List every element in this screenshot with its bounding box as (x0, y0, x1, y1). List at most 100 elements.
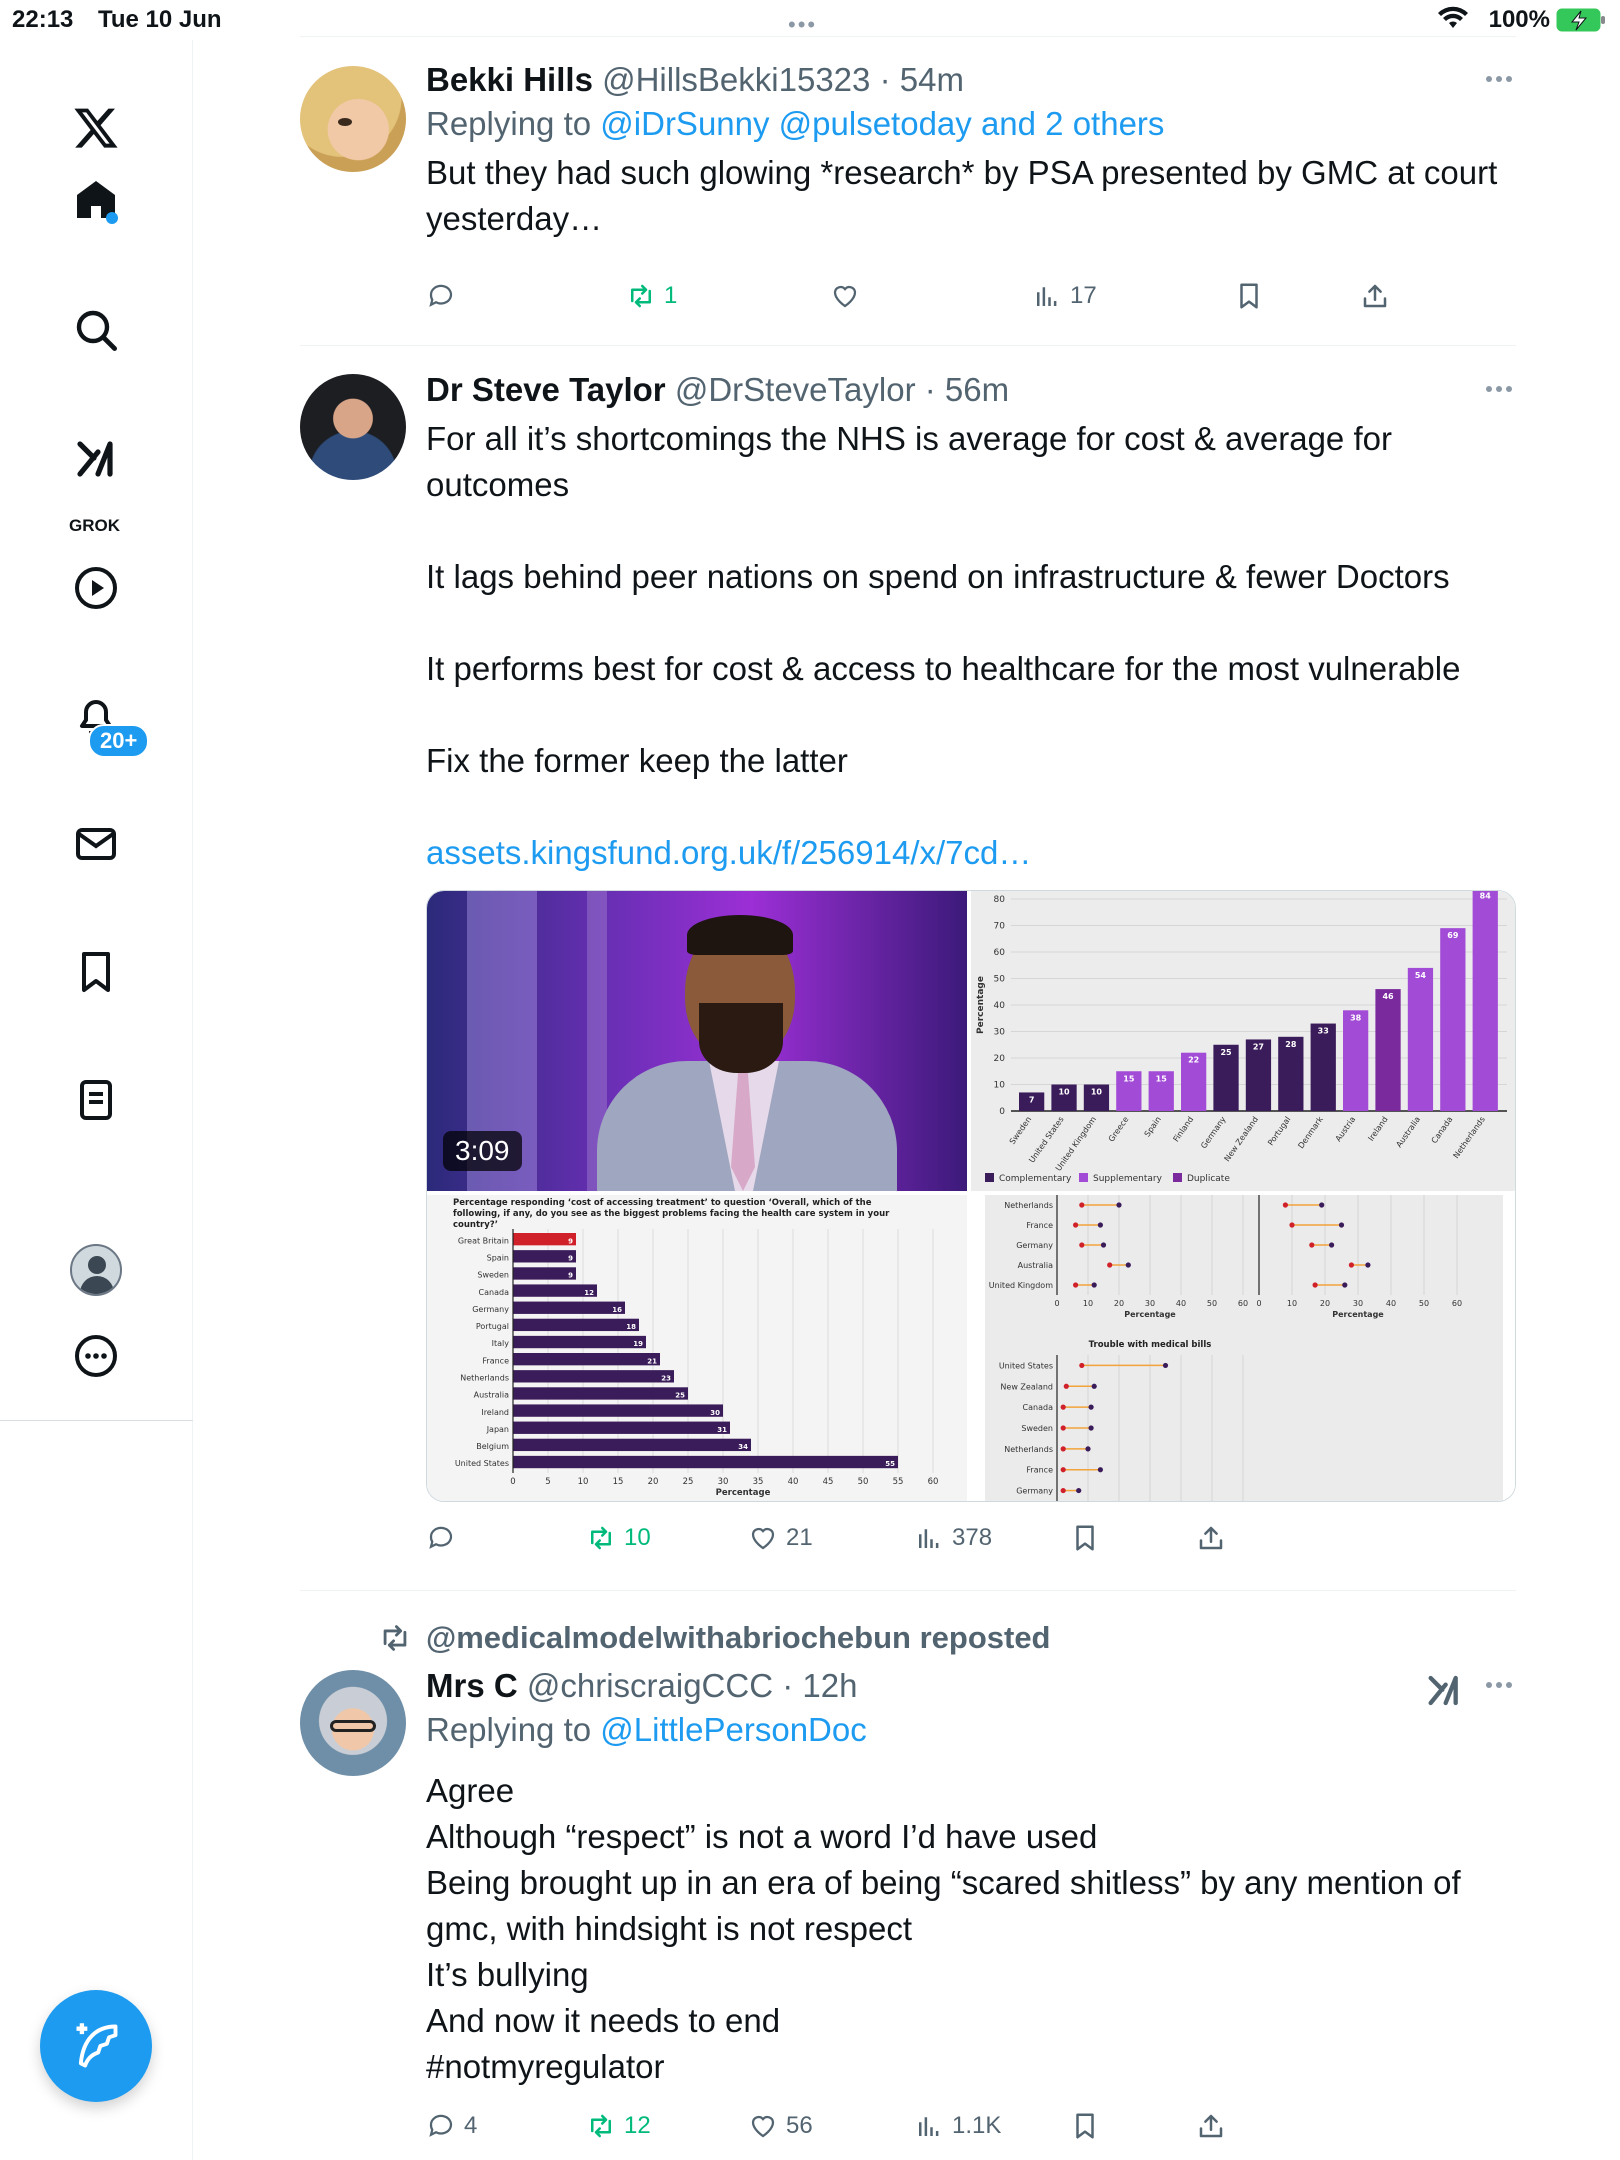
x-tick-label: 35 (753, 1477, 764, 1487)
bookmark-icon (1076, 2113, 1094, 2139)
tweet-time[interactable]: 56m (945, 371, 1009, 408)
compose-button[interactable] (40, 1990, 152, 2102)
bookmark-button[interactable] (1070, 2106, 1100, 2146)
grok-icon[interactable] (1424, 1668, 1464, 1708)
x-axis-label: Percentage (1332, 1310, 1384, 1319)
share-icon (1363, 284, 1387, 308)
bookmark-button[interactable] (1234, 276, 1264, 316)
retweet-icon (631, 284, 651, 308)
bookmarks-icon[interactable] (56, 932, 136, 1012)
tweet-time[interactable]: 54m (900, 61, 964, 98)
like-button[interactable] (830, 276, 868, 316)
avatar[interactable] (300, 374, 406, 480)
author-name[interactable]: Bekki Hills (426, 61, 593, 98)
bar-chart-image[interactable]: 0 10 20 30 40 50 60 70 80 Percentage 7 Sweden 10 Unit… (971, 891, 1515, 1191)
tweet-paragraph: It performs best for cost & access to he… (426, 650, 1461, 687)
share-button[interactable] (1196, 2106, 1226, 2146)
messages-icon[interactable] (56, 804, 136, 884)
author-handle[interactable]: @chriscraigCCC (527, 1667, 773, 1704)
lists-icon[interactable] (56, 1060, 136, 1140)
tweet[interactable]: Dr Steve Taylor @DrSteveTaylor · 56m For… (300, 370, 1516, 1590)
tweet[interactable]: @medicalmodelwithabriochebun reposted Mr… (300, 1616, 1516, 2160)
share-button[interactable] (1360, 276, 1390, 316)
reply-mentions[interactable]: @LittlePersonDoc (600, 1711, 866, 1748)
x-tick-label: 15 (613, 1477, 624, 1487)
high-point (1088, 1425, 1094, 1431)
retweet-button[interactable]: 10 (586, 1518, 651, 1558)
legend-swatch (985, 1173, 994, 1182)
y-tick-label: Portugal (476, 1322, 509, 1331)
high-point (1088, 1404, 1094, 1410)
panel-title: Trouble with medical bills (1089, 1340, 1212, 1350)
reply-button[interactable]: 4 (426, 2106, 477, 2146)
y-tick-label: 40 (994, 1001, 1006, 1011)
data-label: 84 (1480, 891, 1492, 900)
tweet-header: Mrs C @chriscraigCCC · 12h (426, 1666, 1516, 1706)
x-tick-label: 50 (1419, 1299, 1429, 1308)
bar (513, 1387, 688, 1400)
author-handle[interactable]: @HillsBekki15323 (602, 61, 870, 98)
bookmark-icon (1076, 1525, 1094, 1551)
author-name[interactable]: Mrs C (426, 1667, 518, 1704)
tweet[interactable]: Bekki Hills @HillsBekki15323 · 54m Reply… (300, 60, 1516, 345)
search-icon[interactable] (56, 290, 136, 370)
grok-icon[interactable] (56, 416, 136, 496)
views-button[interactable]: 1.1K (914, 2106, 1001, 2146)
dot-plot-image[interactable]: Netherlands France Germany Australia United … (971, 1195, 1515, 1501)
bar (513, 1455, 898, 1469)
y-tick-label: Belgium (476, 1442, 509, 1451)
reply-mentions[interactable]: @iDrSunny @pulsetoday and 2 others (600, 105, 1164, 142)
views-button[interactable]: 378 (914, 1518, 992, 1558)
reply-context: Replying to @LittlePersonDoc (426, 1706, 1516, 1754)
data-label: 31 (717, 1426, 727, 1434)
data-label: 16 (612, 1306, 622, 1314)
author-name[interactable]: Dr Steve Taylor (426, 371, 666, 408)
like-button[interactable]: 56 (748, 2106, 813, 2146)
video-thumbnail[interactable]: 3:09 (427, 891, 967, 1191)
x-tick-label: 60 (928, 1477, 939, 1487)
multitask-grabber-icon[interactable]: ••• (788, 12, 817, 38)
horizontal-bar-chart-image[interactable]: Percentage responding ‘cost of accessing… (427, 1195, 967, 1501)
tweet-time[interactable]: 12h (802, 1667, 857, 1704)
x-tick-label: 0 (1256, 1299, 1261, 1308)
bookmark-button[interactable] (1070, 1518, 1100, 1558)
x-logo-icon[interactable] (56, 88, 136, 168)
battery-charging-icon (1556, 8, 1605, 32)
profile-avatar[interactable] (70, 1244, 122, 1296)
tweet-actions: 4 12 56 1.1K (426, 2106, 1426, 2146)
legend-label: Duplicate (1187, 1174, 1230, 1184)
more-icon[interactable] (56, 1316, 136, 1396)
avatar[interactable] (300, 1670, 406, 1776)
retweet-button[interactable]: 1 (626, 276, 677, 316)
share-button[interactable] (1196, 1518, 1226, 1558)
heart-icon (751, 1527, 775, 1550)
more-options-icon[interactable] (1486, 1680, 1516, 1690)
y-tick-label: Sweden (477, 1271, 509, 1280)
reply-prefix: Replying to (426, 1711, 592, 1748)
video-icon[interactable] (56, 548, 136, 628)
views-button[interactable]: 17 (1032, 276, 1097, 316)
x-tick-label: 25 (683, 1477, 694, 1487)
like-count: 56 (786, 2112, 813, 2139)
hashtag-link[interactable]: #notmyregulator (426, 2044, 1516, 2090)
reply-prefix: Replying to (426, 105, 592, 142)
x-tick-label: 45 (823, 1477, 834, 1487)
external-link[interactable]: assets.kingsfund.org.uk/f/256914/x/7cd… (426, 830, 1516, 876)
high-point (1319, 1202, 1325, 1208)
author-handle[interactable]: @DrSteveTaylor (675, 371, 916, 408)
y-tick-label: 0 (999, 1107, 1005, 1117)
reply-button[interactable] (426, 276, 464, 316)
data-label: 28 (1285, 1040, 1297, 1049)
more-options-icon[interactable] (1486, 384, 1516, 394)
like-button[interactable]: 21 (748, 1518, 813, 1558)
y-tick-label: Spain (487, 1253, 509, 1262)
y-tick-label: Italy (492, 1339, 510, 1348)
retweet-button[interactable]: 12 (586, 2106, 651, 2146)
repost-label[interactable]: @medicalmodelwithabriochebun reposted (426, 1620, 1051, 1656)
home-icon[interactable] (56, 160, 136, 240)
avatar[interactable] (300, 66, 406, 172)
more-options-icon[interactable] (1486, 74, 1516, 84)
data-label: 25 (675, 1392, 685, 1400)
data-label: 55 (885, 1460, 895, 1468)
reply-button[interactable] (426, 1518, 464, 1558)
